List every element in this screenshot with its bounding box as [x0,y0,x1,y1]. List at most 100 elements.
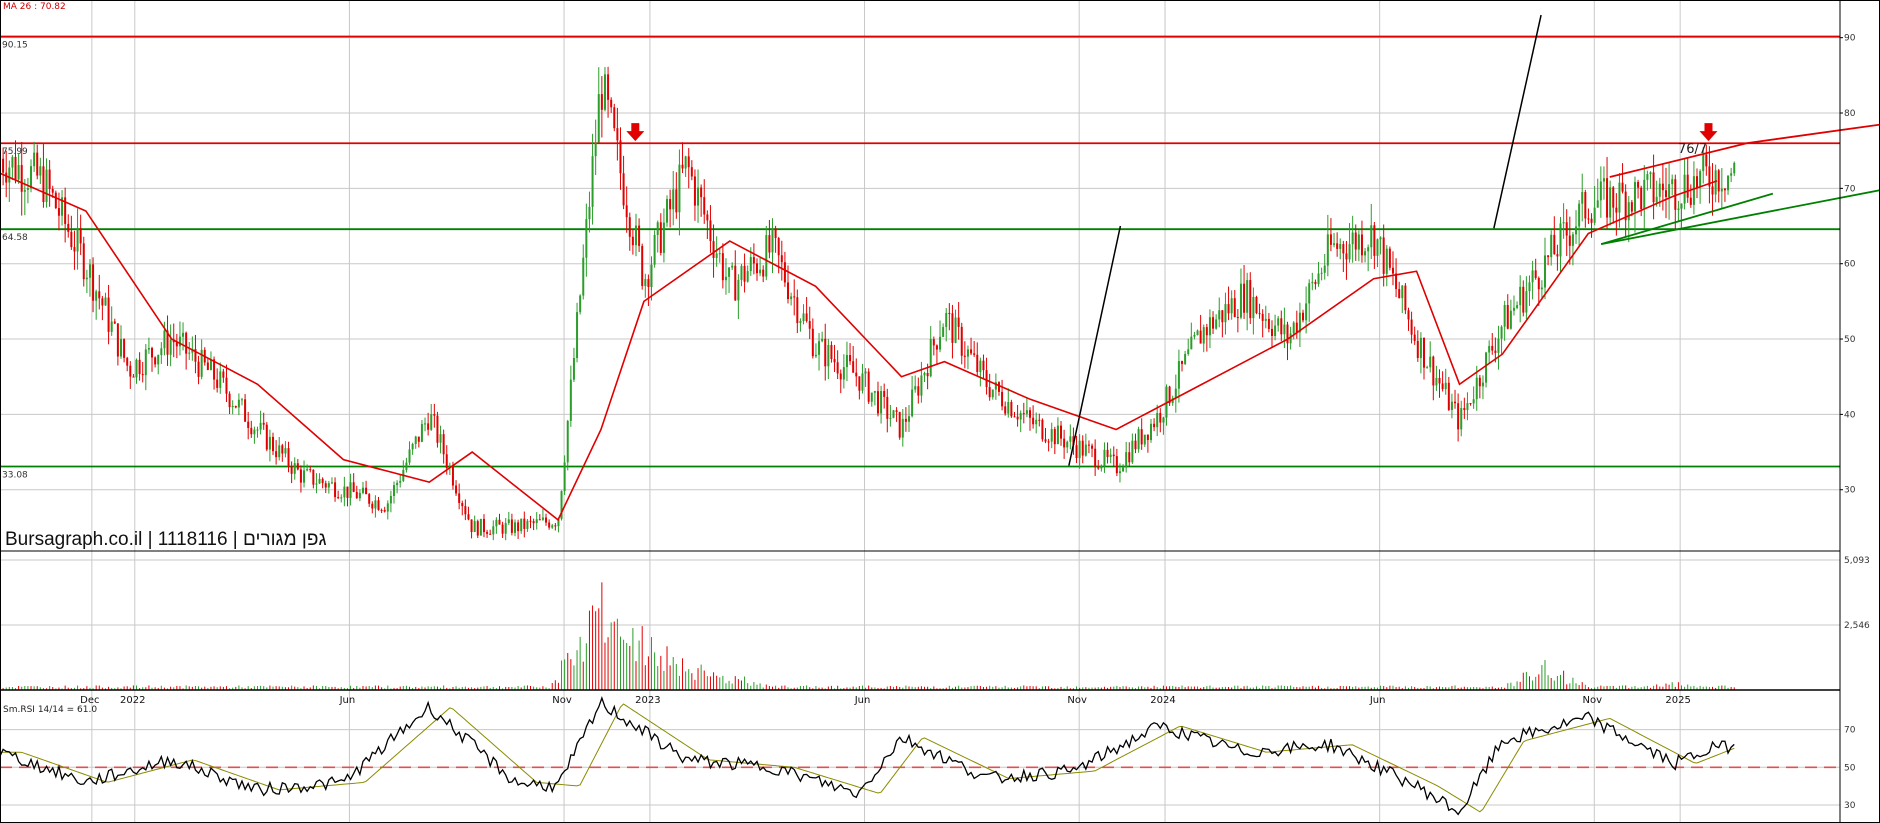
candle-body [1345,253,1348,260]
candle-body [104,297,107,306]
candle-body [923,372,926,376]
candle-body [1025,410,1028,414]
price-tick-label: 50 [1844,335,1856,345]
candle-body [926,372,929,377]
candle-body [715,253,718,258]
candle-body [985,370,988,388]
candle-body [36,152,39,176]
candle-body [762,269,765,277]
candle-body [1522,286,1525,313]
candle-body [1320,272,1323,274]
candle-body [1087,444,1090,446]
candle-body [535,519,538,524]
candle-body [1302,312,1305,321]
candle-body [467,514,470,520]
candle-body [1385,248,1388,274]
candle-body [1593,207,1596,223]
candle-body [1205,327,1208,336]
candle-body [1683,174,1686,204]
candle-body [1035,419,1038,425]
candle-body [250,427,253,435]
candle-body [597,94,600,143]
candle-body [1391,267,1394,274]
candle-body [513,522,516,533]
candle-body [1590,218,1593,223]
candle-body [383,509,386,512]
candle-body [1519,286,1522,306]
candle-body [5,172,8,183]
month-tick-label: Nov [1583,695,1603,706]
candle-body [420,424,423,442]
watermark: Bursagraph.co.il | 1118116 | גפן מגורים [5,529,326,550]
candle-body [169,339,172,355]
candle-body [1053,429,1056,445]
candle-body [1630,202,1633,212]
candle-body [306,469,309,471]
candle-body [734,265,737,301]
candle-body [1326,234,1329,266]
candle-body [1255,296,1258,314]
month-tick-label: 2022 [120,695,145,706]
candle-body [1410,319,1413,335]
candle-body [1416,340,1419,358]
candle-body [1429,356,1432,368]
candle-body [79,227,82,244]
candle-body [141,374,144,376]
candle-body [287,448,290,466]
candle-body [538,519,541,521]
candle-body [1646,174,1649,180]
candle-body [1401,285,1404,299]
candle-body [1081,440,1084,456]
candle-body [1115,456,1118,474]
candle-body [1500,326,1503,339]
candle-body [234,405,237,408]
candle-body [1438,377,1441,384]
month-axis: Dec 2022 Jun Nov 2023 Jun Nov 2024 Jun Nov 2025 [80,695,1691,706]
candle-body [771,228,774,253]
candle-body [163,330,166,349]
candle-body [873,391,876,393]
candle-body [1128,452,1131,463]
candle-body [1218,310,1221,320]
candle-body [1317,273,1320,285]
candle-body [240,399,243,401]
candle-body [901,418,904,438]
candle-body [358,492,361,499]
candle-body [1208,317,1211,336]
candle-body [1050,429,1053,442]
candle-body [1457,403,1460,430]
candle-body [318,478,321,484]
candle-body [948,312,951,314]
candle-body [259,422,262,430]
candle-body [861,373,864,391]
candle-body [1177,361,1180,389]
candle-body [1091,445,1094,449]
price-tick-label: 80 [1844,109,1856,119]
candle-body [852,361,855,373]
candle-body [1118,471,1121,474]
candle-body [1314,281,1317,285]
level-label: 33.08 [2,471,28,481]
candle-body [408,449,411,463]
sell-arrow-2025 [1699,123,1718,142]
candle-body [51,188,54,193]
price-annotation: 76/7 [1678,142,1707,157]
candle-body [455,485,458,494]
candle-body [628,217,631,237]
candle-body [1038,419,1041,421]
candle-body [1224,304,1227,323]
candle-body [653,234,656,265]
candle-body [1370,225,1373,248]
candle-body [1733,162,1736,174]
candle-body [551,525,554,528]
candle-body [1547,255,1550,258]
month-tick-label: Jun [854,695,871,706]
candle-body [644,279,647,287]
candle-body [482,518,485,533]
candle-body [1252,296,1255,319]
candle-body [365,487,368,495]
candle-body [1578,203,1581,227]
trendline-breakout-2023 [1068,225,1122,466]
trendline-breakout-2024 [1493,14,1542,229]
candle-body [1264,318,1267,321]
